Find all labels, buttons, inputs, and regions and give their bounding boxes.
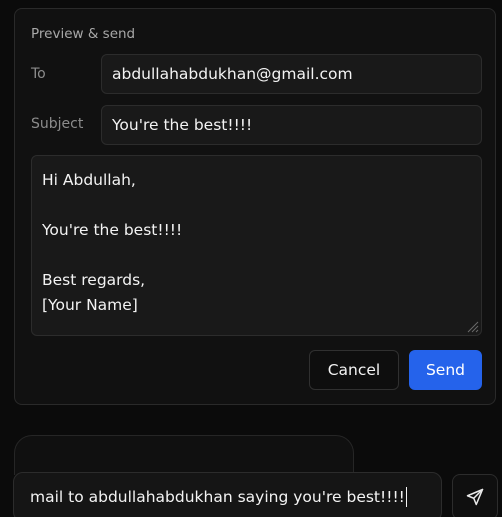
email-preview-card: Preview & send To abdullahabdukhan@gmail… bbox=[14, 8, 496, 405]
body-line bbox=[42, 193, 471, 218]
paper-plane-icon bbox=[466, 488, 484, 506]
text-caret bbox=[405, 487, 407, 507]
email-preview-screen: Preview & send To abdullahabdukhan@gmail… bbox=[0, 0, 502, 517]
to-field[interactable]: abdullahabdukhan@gmail.com bbox=[101, 54, 482, 94]
body-line: Best regards, bbox=[42, 271, 146, 289]
to-label: To bbox=[31, 66, 46, 82]
subject-field[interactable]: You're the best!!!! bbox=[101, 105, 482, 145]
chat-input-text: mail to abdullahabdukhan saying you're b… bbox=[30, 488, 405, 506]
chat-send-button[interactable] bbox=[452, 474, 498, 517]
body-line: [Your Name] bbox=[42, 296, 138, 314]
body-line: You're the best!!!! bbox=[42, 221, 183, 239]
cancel-button[interactable]: Cancel bbox=[309, 350, 399, 390]
chat-input[interactable]: mail to abdullahabdukhan saying you're b… bbox=[13, 472, 442, 517]
email-body-textarea[interactable]: Hi Abdullah, You're the best!!!! Best re… bbox=[31, 155, 482, 336]
body-line bbox=[42, 243, 471, 268]
send-button[interactable]: Send bbox=[409, 350, 482, 390]
message-card-partial bbox=[14, 435, 354, 475]
preview-title: Preview & send bbox=[31, 26, 136, 42]
body-line: Hi Abdullah, bbox=[42, 171, 136, 189]
subject-label: Subject bbox=[31, 116, 84, 132]
resize-grip-icon[interactable] bbox=[465, 319, 479, 333]
